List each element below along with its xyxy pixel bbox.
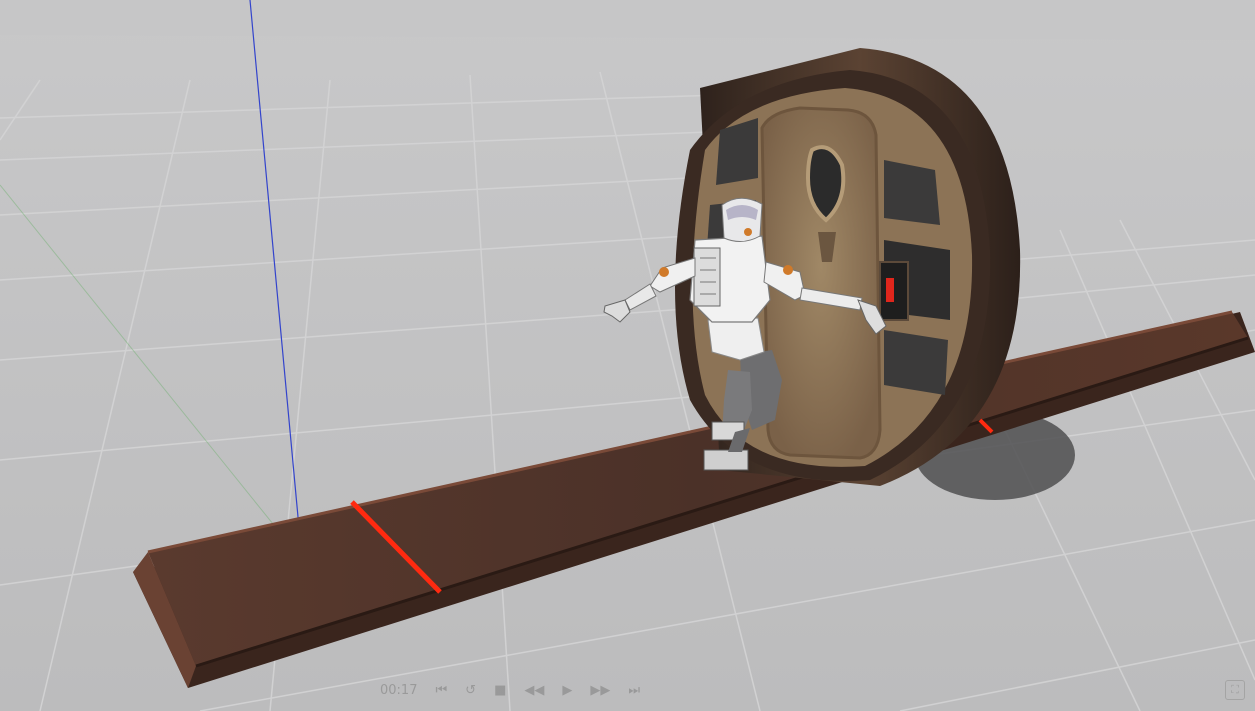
step-forward-icon[interactable]: ⏭ [628, 683, 640, 698]
horizon-band [0, 0, 1255, 40]
play-icon[interactable]: ▶ [562, 683, 572, 698]
simulation-viewport[interactable] [0, 0, 1255, 711]
fullscreen-icon[interactable]: ⛶ [1225, 680, 1245, 700]
sim-time-label: 00:17 [380, 682, 418, 698]
rewind-icon[interactable]: ◀◀ [524, 683, 544, 698]
stop-icon[interactable]: ■ [494, 683, 506, 698]
step-back-icon[interactable]: ⏮ [435, 683, 447, 698]
playback-toolbar: 00:17 ⏮ ↺ ■ ◀◀ ▶ ▶▶ ⏭ [380, 676, 740, 704]
reset-icon[interactable]: ↺ [465, 683, 476, 698]
fast-forward-icon[interactable]: ▶▶ [590, 683, 610, 698]
